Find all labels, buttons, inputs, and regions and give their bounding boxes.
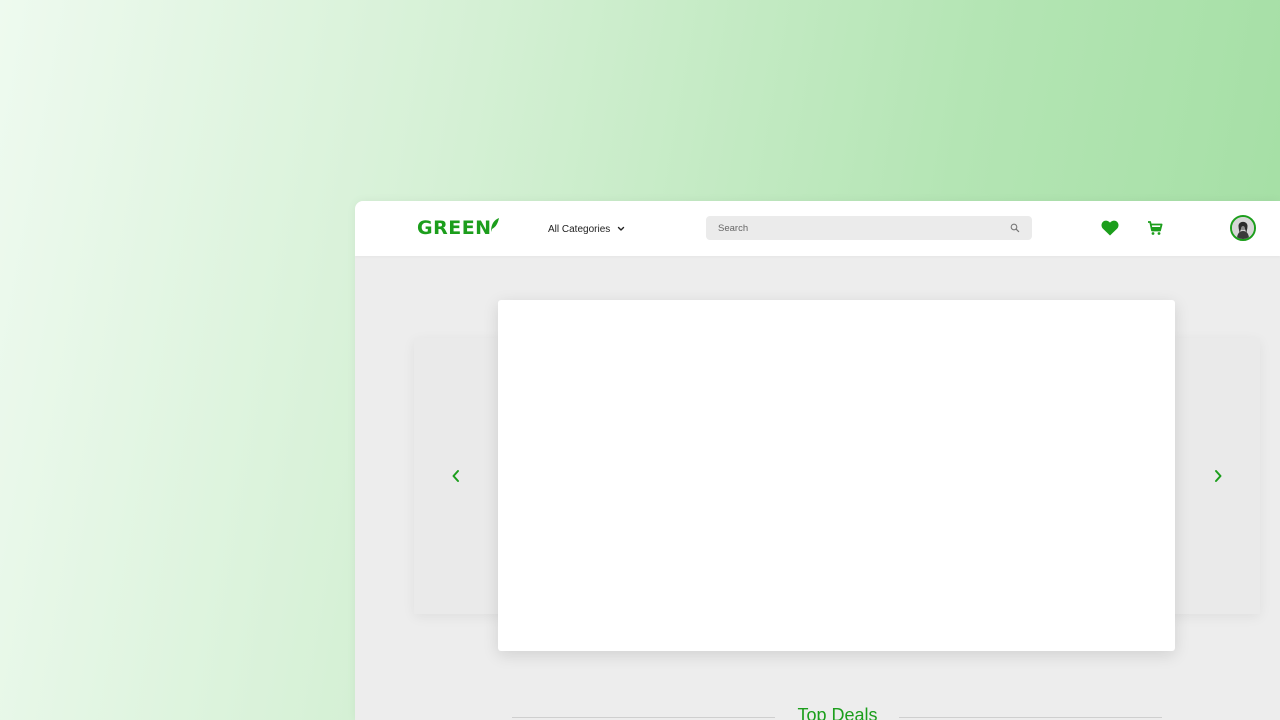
top-deals-heading: Top Deals <box>797 705 878 720</box>
brand-logo[interactable]: GREEN <box>417 217 499 239</box>
chevron-down-icon <box>618 226 625 231</box>
heart-icon <box>1101 220 1119 236</box>
cart-icon <box>1148 221 1163 235</box>
user-avatar[interactable] <box>1230 215 1256 241</box>
section-divider-right <box>899 717 1162 718</box>
categories-dropdown[interactable]: All Categories <box>548 221 626 237</box>
search-icon[interactable] <box>1010 223 1020 233</box>
search-input[interactable] <box>718 222 978 234</box>
wishlist-button[interactable] <box>1100 219 1120 237</box>
search-bar <box>706 216 1032 240</box>
chevron-right-icon <box>1215 470 1222 482</box>
carousel-main-slide[interactable] <box>498 300 1175 651</box>
user-photo-icon <box>1232 217 1254 239</box>
carousel-next-button[interactable] <box>1210 468 1226 484</box>
cart-button[interactable] <box>1146 219 1164 237</box>
categories-label: All Categories <box>548 223 611 235</box>
leaf-icon <box>490 218 499 232</box>
chevron-left-icon <box>452 470 459 482</box>
brand-name: GREEN <box>417 217 492 239</box>
section-divider-left <box>512 717 775 718</box>
carousel-prev-button[interactable] <box>448 468 464 484</box>
app-window: GREEN All Categories Search Top Deals <box>355 201 1280 720</box>
navbar: GREEN All Categories <box>355 201 1280 256</box>
